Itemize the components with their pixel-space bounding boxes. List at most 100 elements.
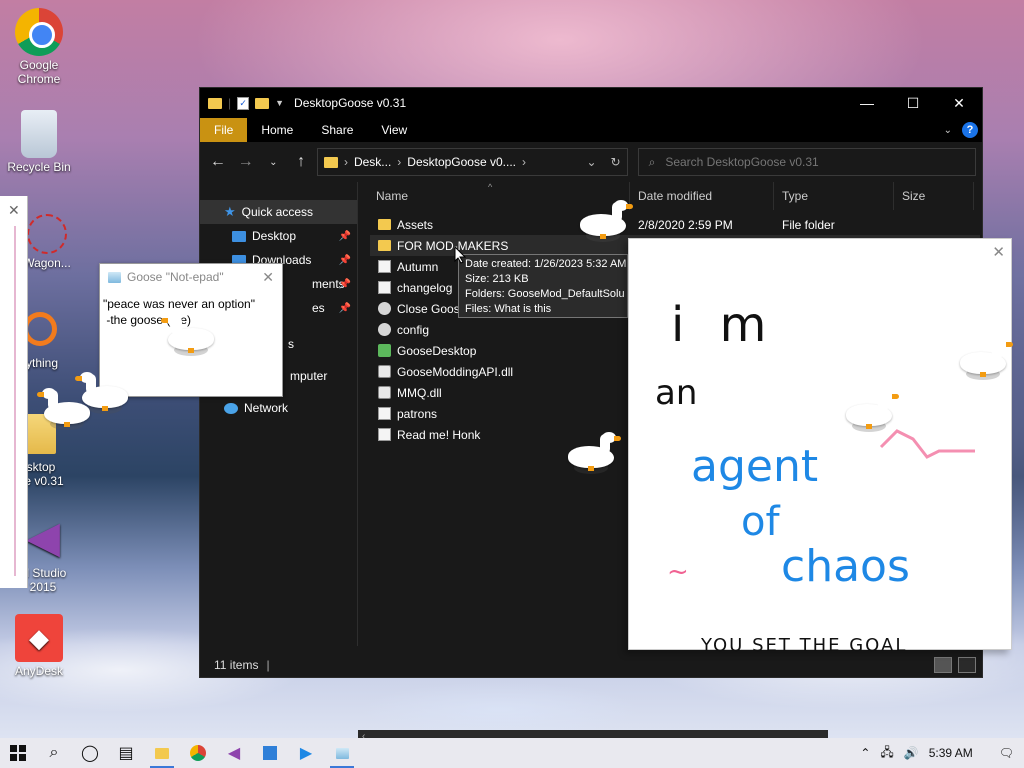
breadcrumb-goose[interactable]: DesktopGoose v0.... (407, 155, 516, 169)
expand-ribbon-icon[interactable]: ⌄ (944, 125, 952, 136)
pin-icon[interactable]: 📌 (339, 303, 351, 314)
tab-view[interactable]: View (367, 118, 421, 142)
sort-arrow-icon: ^ (488, 182, 493, 192)
properties-icon[interactable]: ✓ (237, 96, 250, 110)
dll-icon (378, 386, 391, 399)
taskbar-chrome[interactable] (180, 738, 216, 768)
search-icon[interactable]: ⌕ (36, 738, 72, 768)
anydesk-icon: ◆ (15, 614, 63, 662)
column-header-size[interactable]: Size (894, 182, 974, 210)
taskbar-app[interactable] (252, 738, 288, 768)
forward-arrow-icon[interactable]: → (234, 153, 258, 171)
nav-item-label: Quick access (241, 205, 314, 219)
desktop-icon-label: Google Chrome (17, 58, 61, 86)
pin-icon[interactable]: 📌 (339, 279, 351, 290)
drawing-text-agent: agent (691, 441, 819, 492)
desktop-icon-label: Recycle Bin (7, 160, 71, 174)
file-name: Read me! Honk (397, 427, 481, 442)
column-label: Name (376, 189, 409, 203)
desktop-icon-chrome[interactable]: Google Chrome (1, 8, 77, 86)
goose-sprite[interactable] (34, 388, 94, 430)
start-button[interactable] (0, 738, 36, 768)
task-view-icon[interactable]: ▤ (108, 738, 144, 768)
ribbon-tabs: File Home Share View ⌄ ? (200, 118, 982, 142)
search-box[interactable]: ⌕ (637, 148, 976, 176)
gear-icon (378, 323, 391, 336)
pink-squiggle: ~ (667, 557, 689, 587)
nav-item-network[interactable]: Network (200, 396, 357, 420)
search-icon: ⌕ (648, 154, 656, 169)
close-icon[interactable]: ✕ (262, 269, 274, 286)
drawing-text-im: i m (671, 297, 777, 353)
volume-icon[interactable]: 🔊 (904, 746, 919, 760)
up-arrow-icon[interactable]: ↑ (289, 153, 313, 171)
taskbar-notepad[interactable] (324, 738, 360, 768)
close-button[interactable]: ✕ (936, 88, 982, 118)
recent-locations-icon[interactable]: ⌄ (261, 157, 285, 168)
item-count: 11 items (214, 658, 259, 672)
chevron-up-icon[interactable]: ⌃ (860, 746, 870, 760)
tooltip-line: Folders: GooseMod_DefaultSolu (465, 288, 625, 300)
large-icons-view-button[interactable] (958, 657, 976, 673)
nav-item-label: Desktop (252, 229, 297, 243)
notepad-title-bar[interactable]: Goose "Not-epad" ✕ (100, 264, 282, 290)
goose-sprite[interactable] (564, 432, 624, 474)
desktop-icon-anydesk[interactable]: ◆ AnyDesk (1, 614, 77, 678)
system-tray: ⌃ 🖧 🔊 5:39 AM 🗨 (860, 743, 1024, 764)
drawing-canvas: i m an agent of chaos ~ YOU SET THE GOAL (641, 261, 1001, 656)
taskbar-visual-studio[interactable]: ◀ (216, 738, 252, 768)
folder-icon (208, 97, 222, 109)
file-row[interactable]: Assets 2/8/2020 2:59 PM File folder (370, 214, 980, 235)
close-icon[interactable]: ✕ (992, 243, 1005, 261)
title-bar[interactable]: | ✓ ▼ DesktopGoose v0.31 — ☐ ✕ (200, 88, 982, 118)
file-name: GooseDesktop (397, 343, 477, 358)
details-view-button[interactable] (934, 657, 952, 673)
taskbar-file-explorer[interactable] (144, 738, 180, 768)
help-icon[interactable]: ? (962, 122, 978, 138)
status-bar: 11 items | (200, 653, 982, 677)
cortana-icon[interactable]: ◯ (72, 738, 108, 768)
drawing-text-of: of (741, 499, 780, 545)
back-arrow-icon[interactable]: ← (206, 153, 230, 171)
goose-sprite[interactable] (956, 338, 1016, 380)
network-icon[interactable]: 🖧 (880, 743, 893, 764)
file-name: FOR MOD-MAKERS (397, 238, 509, 253)
notepad-icon (108, 271, 121, 283)
tab-share[interactable]: Share (307, 118, 367, 142)
refresh-icon[interactable]: ↻ (611, 155, 621, 169)
column-header-date[interactable]: Date modified (630, 182, 774, 210)
minimize-button[interactable]: — (844, 88, 890, 118)
breadcrumb-desktop[interactable]: Desk... (354, 155, 391, 169)
column-header-type[interactable]: Type (774, 182, 894, 210)
goose-sprite[interactable] (842, 390, 902, 432)
nav-item-label: es (312, 301, 325, 315)
taskbar-media-player[interactable]: ▶ (288, 738, 324, 768)
file-name: patrons (397, 406, 438, 421)
desktop-icon-recycle-bin[interactable]: Recycle Bin (1, 110, 77, 174)
clock[interactable]: 5:39 AM (929, 746, 973, 760)
notifications-icon[interactable]: 🗨 (999, 746, 1014, 760)
pin-icon[interactable]: 📌 (339, 255, 351, 266)
separator: | (266, 658, 270, 672)
chevron-down-icon[interactable]: ▼ (275, 98, 284, 108)
tab-file[interactable]: File (200, 118, 248, 142)
nav-item-desktop[interactable]: Desktop 📌 (200, 224, 357, 248)
new-folder-icon[interactable] (255, 97, 270, 109)
address-bar[interactable]: › Desk... › DesktopGoose v0.... › ⌄ ↻ (316, 148, 628, 176)
search-input[interactable] (665, 155, 946, 169)
file-name-cell: config (370, 323, 632, 337)
goose-sprite[interactable] (576, 200, 636, 242)
chrome-icon (190, 745, 206, 761)
network-icon (224, 402, 238, 414)
goose-sprite[interactable] (158, 314, 218, 356)
app-icon (378, 344, 391, 357)
windows-logo-icon (10, 745, 26, 761)
tab-home[interactable]: Home (247, 118, 307, 142)
desktop-icon (232, 230, 246, 242)
nav-item-quick-access[interactable]: ★ Quick access (200, 200, 357, 224)
pin-icon[interactable]: 📌 (339, 231, 351, 242)
maximize-button[interactable]: ☐ (890, 88, 936, 118)
close-icon[interactable]: ✕ (8, 202, 20, 219)
notepad-line: "peace was never an option" (103, 297, 255, 311)
chevron-down-icon[interactable]: ⌄ (586, 155, 596, 169)
